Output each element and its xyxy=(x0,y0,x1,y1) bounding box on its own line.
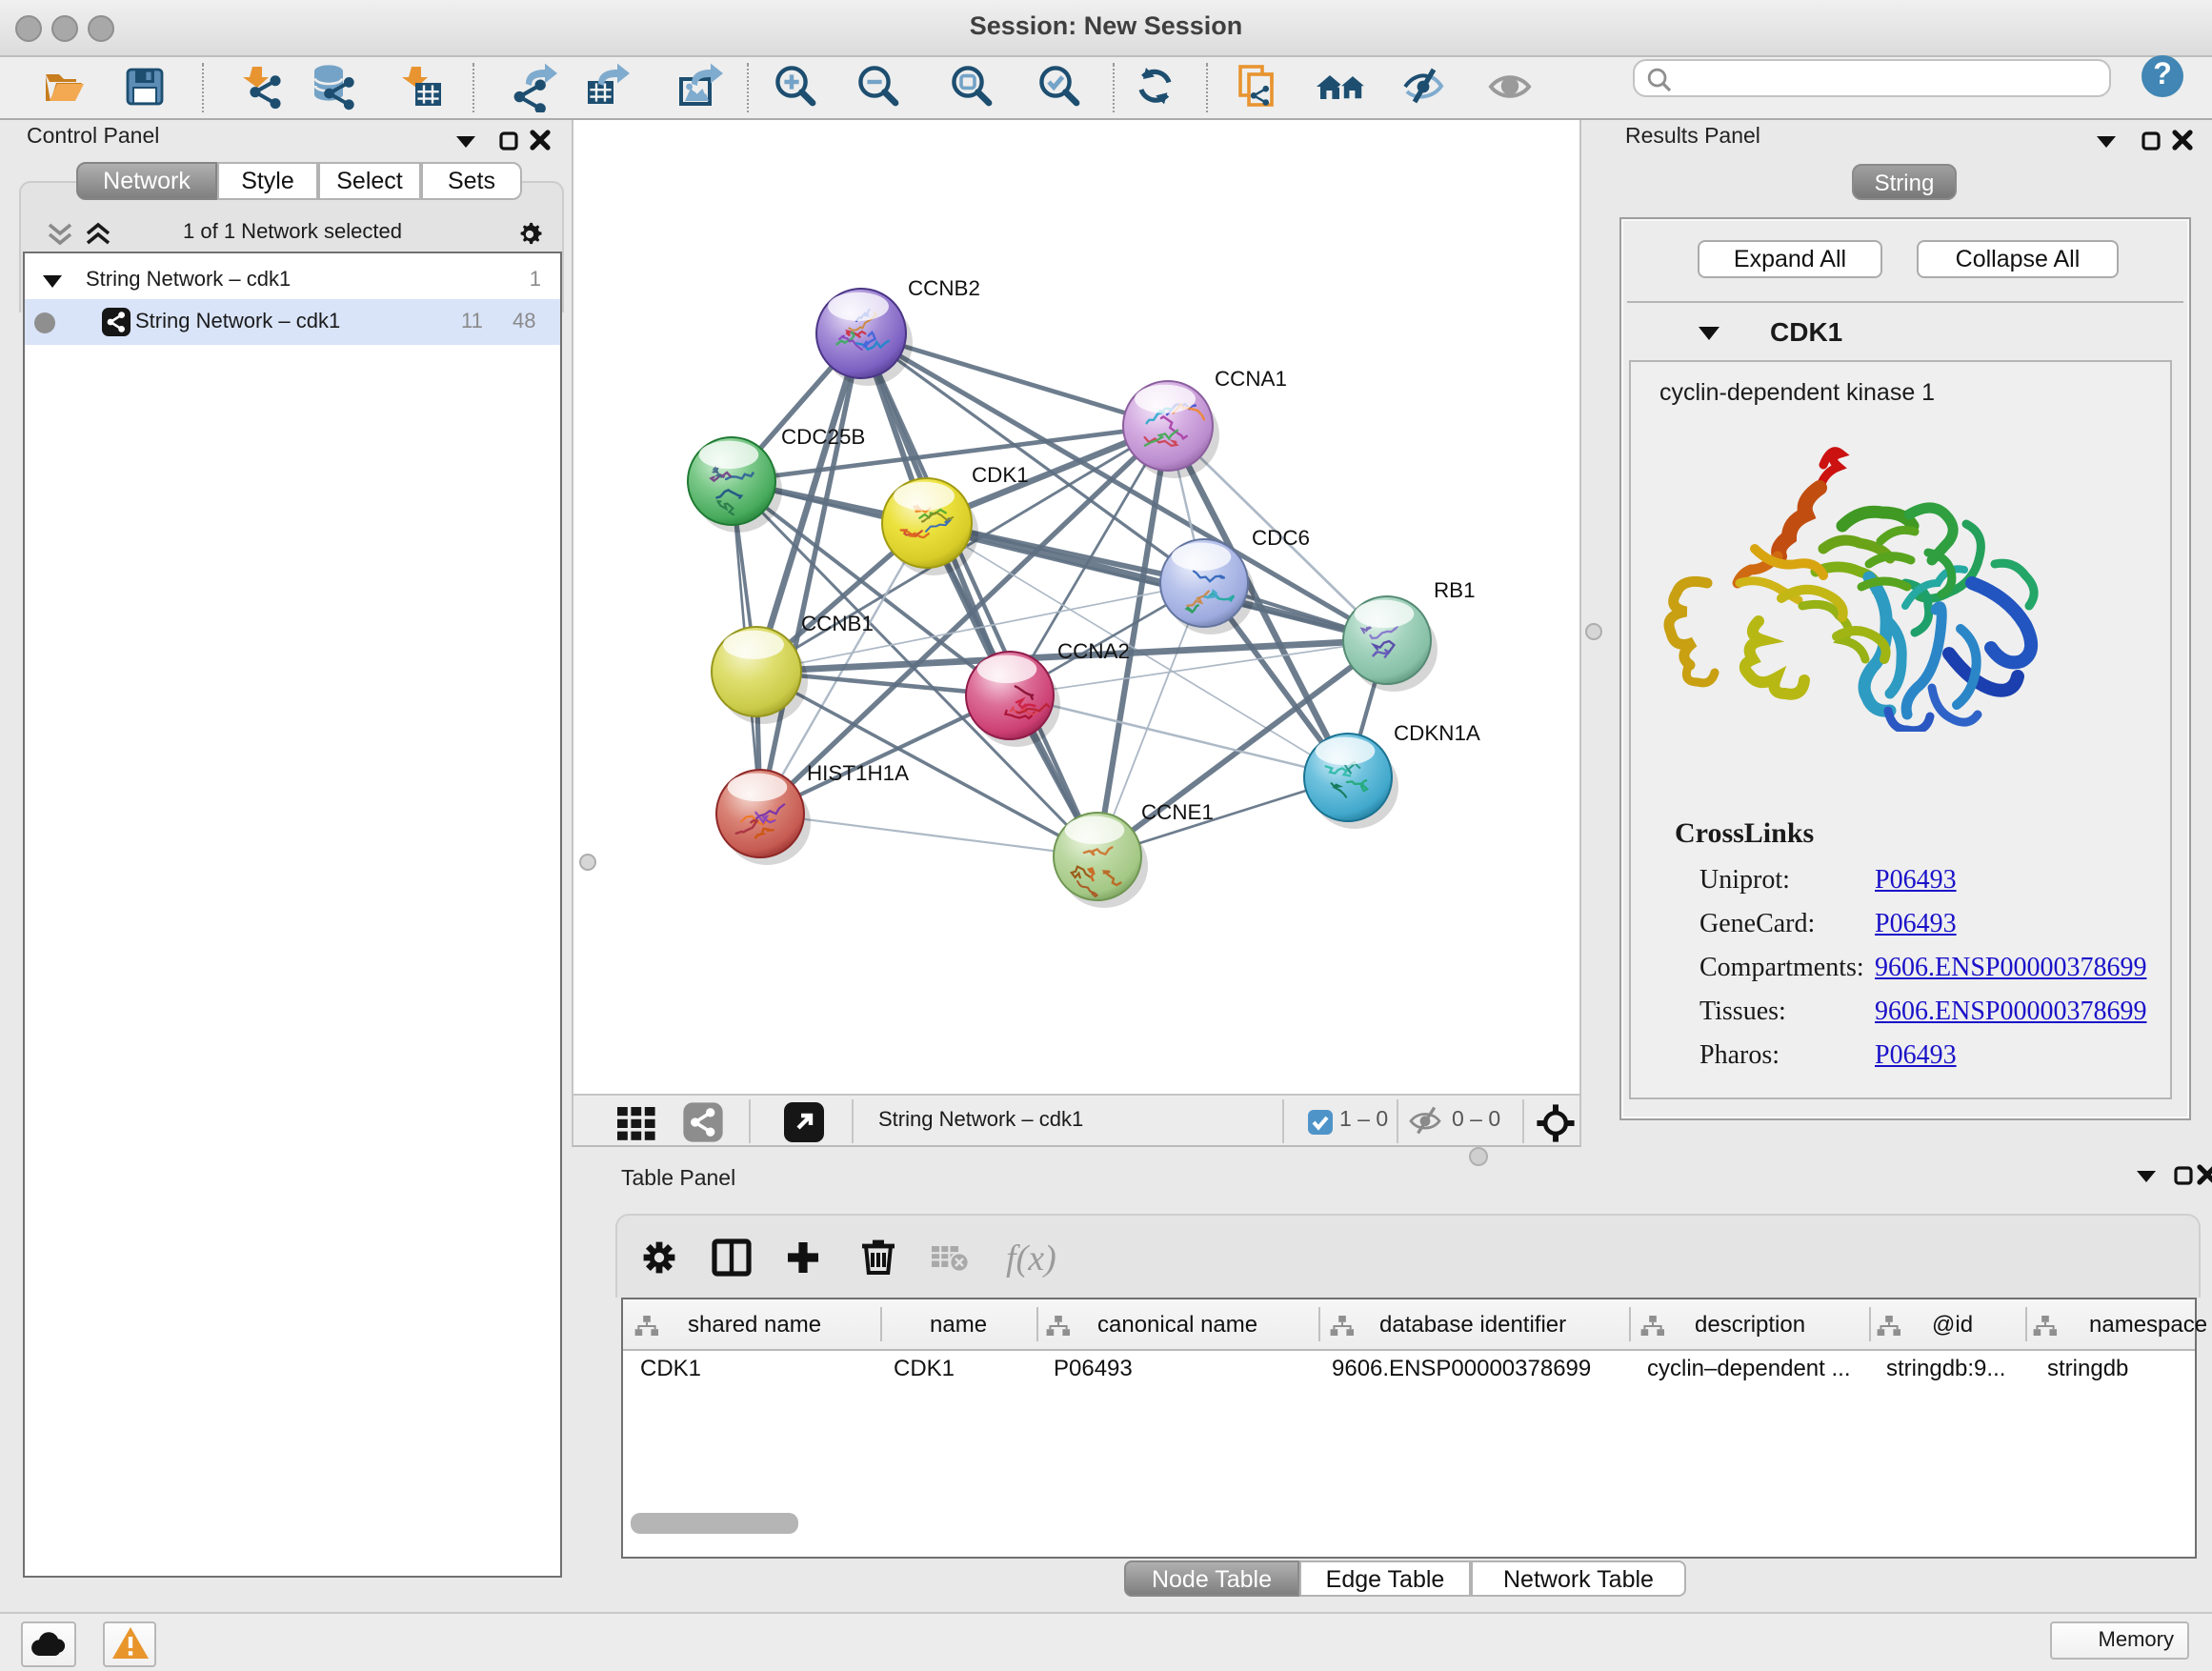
svg-text:CCNE1: CCNE1 xyxy=(1141,800,1214,824)
svg-text:RB1: RB1 xyxy=(1434,578,1476,602)
svg-text:HIST1H1A: HIST1H1A xyxy=(807,761,909,785)
svg-text:CCNA1: CCNA1 xyxy=(1215,367,1287,391)
svg-text:CCNA2: CCNA2 xyxy=(1057,639,1130,663)
svg-text:CCNB2: CCNB2 xyxy=(908,276,980,300)
svg-text:CDC25B: CDC25B xyxy=(781,425,865,449)
svg-text:CDKN1A: CDKN1A xyxy=(1394,721,1480,745)
svg-text:CDC6: CDC6 xyxy=(1252,526,1310,550)
svg-text:f(x): f(x) xyxy=(1006,1238,1056,1278)
svg-text:CCNB1: CCNB1 xyxy=(801,612,874,635)
svg-text:CDK1: CDK1 xyxy=(972,463,1029,487)
